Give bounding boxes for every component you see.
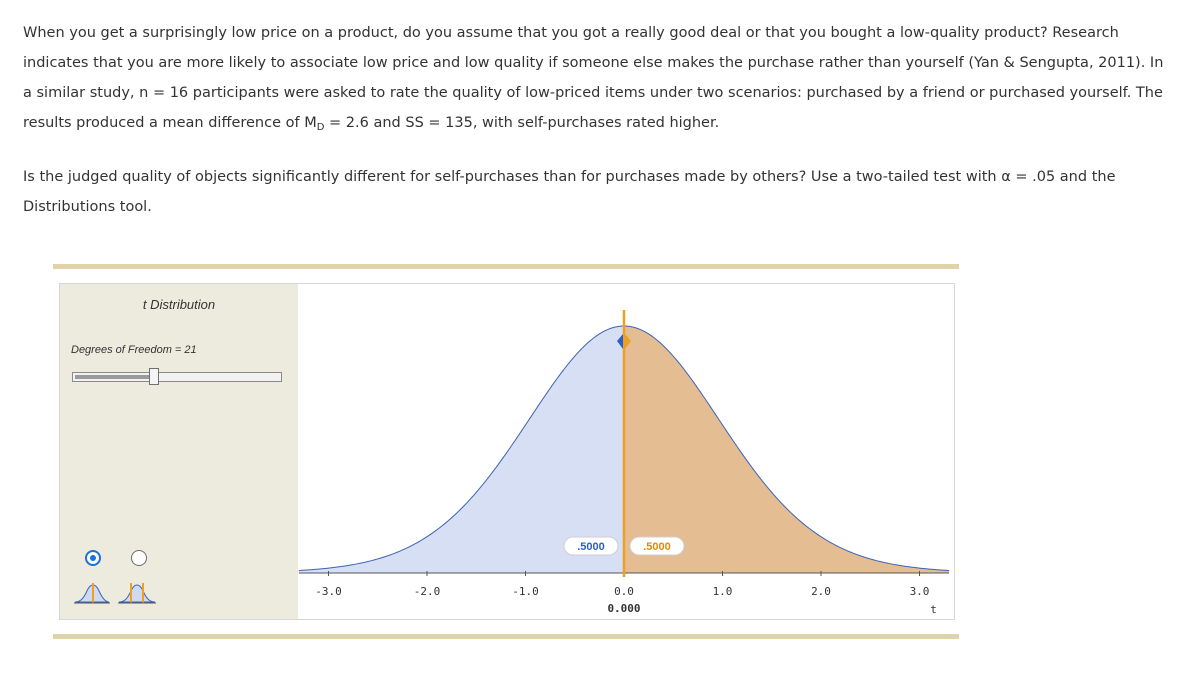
right-area-label-text: .5000 [643, 541, 671, 553]
x-tick-label: 1.0 [713, 585, 733, 598]
question-paragraph-prompt: Is the judged quality of objects signifi… [23, 169, 1116, 215]
x-axis-label: t [930, 603, 937, 616]
question-paragraph-context: When you get a surprisingly low price on… [23, 18, 1168, 140]
distributions-tool: t Distribution Degrees of Freedom = 21 -… [59, 283, 955, 620]
subscript-d: D [316, 122, 325, 133]
x-tick-label: -1.0 [512, 585, 539, 598]
bottom-divider [53, 634, 959, 639]
question-text: When you get a surprisingly low price on… [23, 18, 1168, 222]
right-area-label: .5000 [629, 536, 685, 556]
left-area-label-text: .5000 [577, 541, 605, 553]
x-tick-label: 3.0 [910, 585, 930, 598]
right-area [624, 326, 950, 573]
x-tick-label: 2.0 [811, 585, 831, 598]
t-distribution-chart: -3.0 -2.0 -1.0 0.0 1.0 2.0 3.0t .5000 .5000 0.00… [298, 310, 950, 616]
left-area [298, 326, 624, 573]
x-tick-label: -3.0 [315, 585, 342, 598]
cutoff-value-label: 0.000 [607, 602, 640, 615]
left-area-label: .5000 [563, 536, 619, 556]
x-tick-label: -2.0 [414, 585, 441, 598]
x-tick-label: 0.0 [614, 585, 634, 598]
top-divider [53, 264, 959, 269]
question-text-part: = 2.6 and SS = 135, with self-purchases … [324, 115, 720, 131]
